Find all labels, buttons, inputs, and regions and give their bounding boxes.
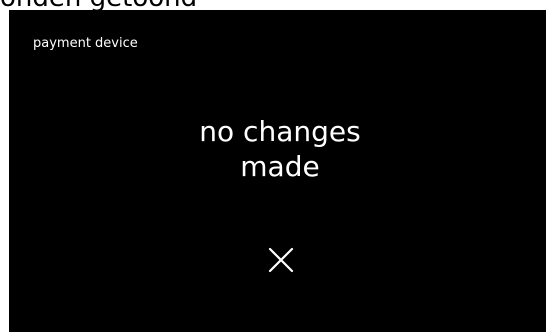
status-message: no changes made [9, 114, 546, 184]
close-icon [268, 247, 294, 273]
payment-device-screen: payment device no changes made [9, 10, 546, 332]
close-button[interactable] [264, 243, 298, 277]
screen-title: payment device [33, 36, 138, 51]
status-message-line-2: made [240, 150, 320, 183]
status-message-line-1: no changes [199, 115, 361, 148]
page: onden getoond payment device no changes … [0, 0, 546, 332]
